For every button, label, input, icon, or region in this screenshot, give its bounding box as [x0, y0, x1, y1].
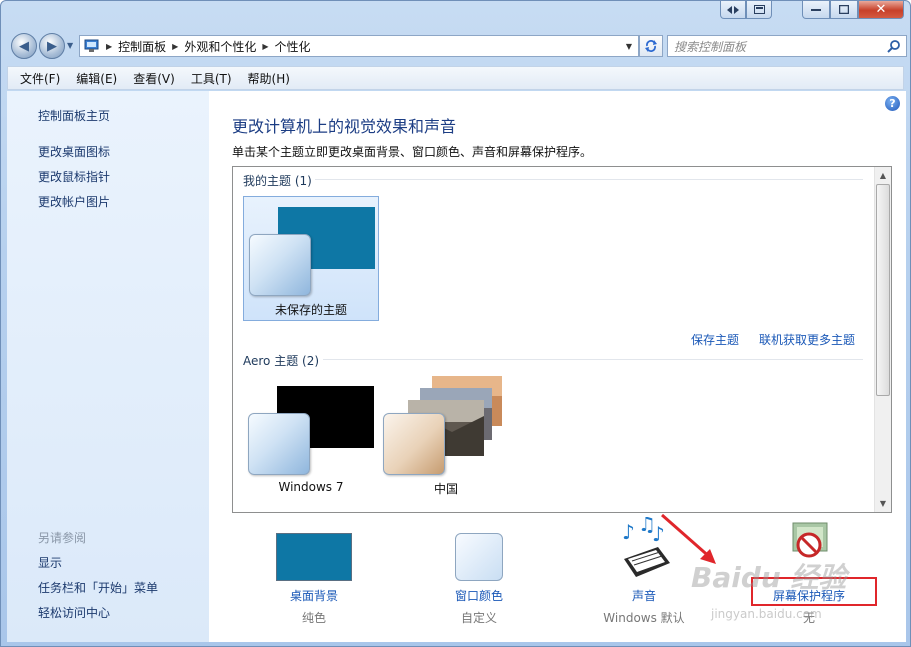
crumb-personalization[interactable]: 个性化 — [275, 38, 311, 55]
refresh-button[interactable] — [639, 35, 663, 57]
change-mouse-pointer-link[interactable]: 更改鼠标指针 — [38, 168, 110, 185]
menu-help[interactable]: 帮助(H) — [248, 70, 290, 87]
forward-arrow-icon: ▶ — [47, 38, 57, 54]
save-theme-link[interactable]: 保存主题 — [691, 331, 739, 348]
change-account-picture-link[interactable]: 更改帐户图片 — [38, 193, 110, 210]
aero-themes-heading: Aero 主题 (2) — [243, 354, 320, 368]
address-dropdown-icon[interactable]: ▼ — [626, 42, 632, 51]
theme-window-preview — [383, 413, 445, 475]
address-bar[interactable]: ▶ 控制面板 ▶ 外观和个性化 ▶ 个性化 ▼ — [79, 35, 639, 57]
tile-value: Windows 默认 — [603, 611, 685, 625]
scroll-up-icon[interactable]: ▲ — [875, 167, 891, 183]
search-input[interactable]: 搜索控制面板 — [667, 35, 907, 57]
window-color-tile[interactable]: 窗口颜色 自定义 — [409, 531, 549, 631]
restore-window-button[interactable] — [746, 1, 772, 19]
page-subtitle: 单击某个主题立即更改桌面背景、窗口颜色、声音和屏幕保护程序。 — [232, 145, 593, 159]
minimize-icon — [811, 8, 821, 11]
theme-gallery: 我的主题 (1) 未保存的主题 保存主题 联机获取更多主题 Aero 主题 (2… — [232, 166, 892, 513]
theme-name: 未保存的主题 — [274, 303, 347, 317]
left-navigation: 控制面板主页 更改桌面图标 更改鼠标指针 更改帐户图片 另请参阅 显示 任务栏和… — [7, 91, 209, 642]
menu-tools[interactable]: 工具(T) — [191, 70, 232, 87]
gallery-scrollbar[interactable]: ▲ ▼ — [874, 167, 891, 512]
scroll-down-icon[interactable]: ▼ — [875, 495, 891, 511]
theme-window-preview — [248, 413, 310, 475]
search-icon — [887, 40, 900, 53]
svg-text:♪: ♪ — [622, 520, 635, 544]
desktop-background-tile[interactable]: 桌面背景 纯色 — [244, 531, 384, 631]
my-themes-heading: 我的主题 (1) — [243, 174, 312, 188]
page-title: 更改计算机上的视觉效果和声音 — [232, 117, 457, 136]
group-divider — [323, 359, 863, 360]
group-divider — [315, 179, 863, 180]
crumb-separator-icon: ▶ — [106, 41, 113, 51]
ease-of-access-link[interactable]: 轻松访问中心 — [38, 604, 110, 621]
menu-view[interactable]: 查看(V) — [133, 70, 175, 87]
history-dropdown-icon[interactable]: ▼ — [67, 41, 73, 50]
tile-value: 自定义 — [460, 611, 497, 625]
window-color-icon — [455, 533, 503, 581]
theme-name: Windows 7 — [278, 480, 344, 494]
window-icon — [753, 5, 765, 14]
tile-label: 桌面背景 — [289, 589, 338, 603]
scroll-thumb[interactable] — [876, 184, 890, 396]
tile-label: 窗口颜色 — [454, 589, 503, 603]
crumb-separator-icon: ▶ — [262, 41, 269, 51]
window-frame: ✕ ◀ ▶ ▼ ▶ 控制面板 ▶ 外观和个性化 ▶ 个性化 ▼ 搜索控制面板 文… — [0, 0, 911, 647]
minimize-button[interactable] — [802, 1, 830, 19]
search-placeholder: 搜索控制面板 — [674, 39, 747, 54]
crumb-separator-icon: ▶ — [172, 41, 179, 51]
taskbar-start-menu-link[interactable]: 任务栏和「开始」菜单 — [38, 579, 158, 596]
desktop-background-icon — [276, 533, 352, 581]
refresh-icon — [645, 40, 657, 52]
switch-icon — [727, 5, 739, 14]
extra-caption-buttons — [720, 1, 772, 19]
close-icon: ✕ — [875, 2, 887, 17]
control-panel-home-link[interactable]: 控制面板主页 — [38, 107, 110, 124]
menu-bar: 文件(F) 编辑(E) 查看(V) 工具(T) 帮助(H) — [7, 66, 904, 90]
back-arrow-icon: ◀ — [19, 38, 29, 54]
theme-name: 中国 — [433, 482, 458, 496]
theme-unsaved[interactable]: 未保存的主题 — [243, 196, 379, 321]
theme-china[interactable]: 中国 — [378, 376, 514, 501]
maximize-icon — [839, 5, 849, 14]
change-desktop-icons-link[interactable]: 更改桌面图标 — [38, 143, 110, 160]
display-link[interactable]: 显示 — [38, 554, 62, 571]
menu-file[interactable]: 文件(F) — [20, 70, 60, 87]
menu-edit[interactable]: 编辑(E) — [76, 70, 117, 87]
forward-button[interactable]: ▶ — [39, 33, 65, 59]
help-icon[interactable]: ? — [885, 96, 900, 111]
theme-windows7[interactable]: Windows 7 — [243, 376, 379, 501]
crumb-control-panel[interactable]: 控制面板 — [118, 38, 166, 55]
control-panel-icon — [84, 39, 99, 52]
see-also-heading: 另请参阅 — [38, 531, 87, 545]
maximize-button[interactable] — [830, 1, 858, 19]
watermark-url: jingyan.baidu.com — [711, 607, 822, 621]
tile-value: 纯色 — [301, 611, 326, 625]
back-button[interactable]: ◀ — [11, 33, 37, 59]
caption-buttons: ✕ — [802, 1, 904, 21]
switch-button[interactable] — [720, 1, 746, 19]
close-button[interactable]: ✕ — [858, 1, 904, 19]
watermark-text: Baidu 经验 — [691, 561, 847, 594]
crumb-appearance[interactable]: 外观和个性化 — [184, 38, 256, 55]
address-row: ◀ ▶ ▼ ▶ 控制面板 ▶ 外观和个性化 ▶ 个性化 ▼ 搜索控制面板 — [7, 31, 907, 61]
get-more-themes-link[interactable]: 联机获取更多主题 — [759, 331, 855, 348]
theme-window-preview — [249, 234, 311, 296]
